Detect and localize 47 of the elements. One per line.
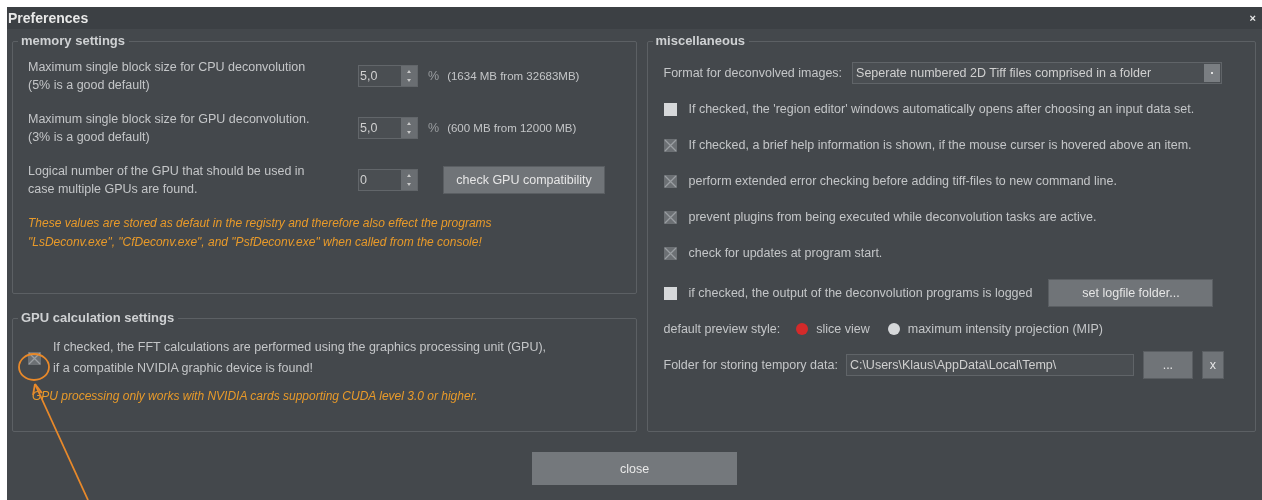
checkbox-label: perform extended error checking before adding tiff-files to new command line.	[688, 173, 1117, 190]
checkbox[interactable]	[663, 211, 677, 224]
spin-box[interactable]: 0	[358, 169, 418, 191]
set-logfile-button[interactable]: set logfile folder...	[1048, 279, 1214, 307]
radio-label: maximum intensity projection (MIP)	[907, 322, 1103, 336]
caret-icon	[1204, 64, 1221, 82]
checkbox[interactable]	[663, 103, 677, 116]
radio-label: slice view	[816, 322, 870, 336]
checkbox[interactable]	[663, 247, 677, 260]
stepper-icon	[401, 170, 417, 190]
format-dropdown[interactable]: Seperate numbered 2D Tiff files comprised in a folder	[852, 62, 1223, 84]
clear-button[interactable]: x	[1201, 351, 1224, 379]
checkbox-label: If checked, the 'region editor' windows automatically opens after choosing an input data set.	[688, 101, 1195, 118]
checkbox-label: prevent plugins from being executed while deconvolution tasks are active.	[688, 209, 1097, 226]
close-button[interactable]: close	[532, 452, 737, 485]
radio-button[interactable]	[887, 323, 900, 335]
spin-box[interactable]: 5,0	[358, 65, 418, 87]
folder-label: Folder for storing tempory data:	[663, 358, 838, 372]
unit-label: %	[428, 121, 440, 135]
setting-label: Logical number of the GPU that should be used in case multiple GPUs are found.	[28, 163, 306, 198]
folder-field[interactable]: C:\Users\Klaus\AppData\Local\Temp\	[845, 354, 1134, 376]
close-button[interactable]: ×	[1249, 12, 1256, 24]
group-title: miscellaneous	[652, 33, 750, 48]
window-title: Preferences	[8, 10, 89, 26]
unit-label: %	[428, 69, 440, 83]
check-gpu-button[interactable]: check GPU compatibility	[443, 166, 605, 194]
registry-note: These values are stored as defaut in the registry and therefore also effect the programs "LsDeconv.exe", "CfDeconv.exe", and "PsfDeconv.exe" when called from the console!	[28, 215, 493, 251]
setting-label: Maximum single block size for GPU deconvolution. (3% is a good default)	[28, 111, 311, 146]
memory-info: (1634 MB from 32683MB)	[447, 70, 580, 82]
checkbox[interactable]	[663, 286, 677, 300]
setting-label: Maximum single block size for CPU deconvolution (5% is a good default)	[28, 59, 307, 94]
preview-label: default preview style:	[663, 322, 781, 336]
checkbox-label: if checked, the output of the deconvolution programs is logged	[688, 284, 1033, 302]
group-title: GPU calculation settings	[18, 310, 179, 325]
spin-box[interactable]: 5,0	[358, 117, 418, 139]
radio-button[interactable]	[796, 323, 809, 335]
checkbox-label: check for updates at program start.	[688, 245, 883, 262]
browse-button[interactable]: ...	[1142, 351, 1193, 379]
stepper-icon	[401, 118, 417, 138]
memory-info: (600 MB from 12000 MB)	[447, 122, 577, 134]
checkbox[interactable]	[663, 175, 677, 188]
checkbox[interactable]	[663, 139, 677, 152]
format-label: Format for deconvolved images:	[663, 66, 843, 80]
group-title: memory settings	[18, 33, 130, 48]
checkbox-label: If checked, the FFT calculations are performed using the graphics processing unit (GPU), if a compatible NVIDIA graphic device is found!	[53, 339, 547, 377]
stepper-icon	[401, 66, 417, 86]
checkbox-label: If checked, a brief help information is shown, if the mouse curser is hovered above an item.	[688, 137, 1192, 154]
